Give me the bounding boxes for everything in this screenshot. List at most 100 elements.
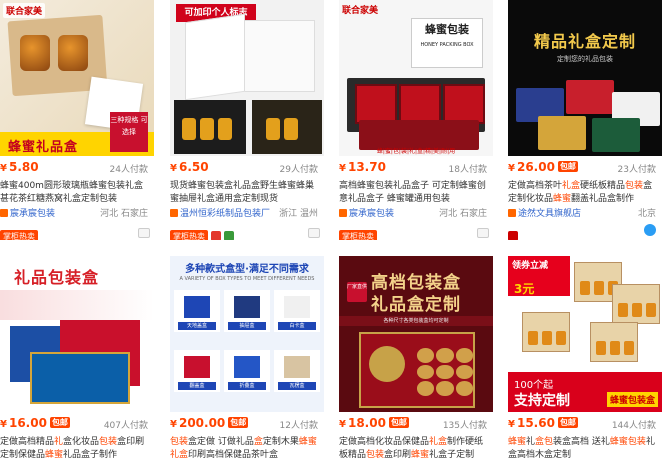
keyword-highlight: 盒包: [535, 437, 554, 447]
sales-count: 29人付款: [279, 165, 318, 175]
currency-symbol: ¥: [508, 163, 515, 174]
box-type-image: [234, 296, 260, 318]
promo-icon: [211, 231, 221, 240]
product-image[interactable]: 联合家美 蜂蜜包装 HONEY PACKING BOX 蜂|蜜|包|装|礼|盒|精|美…: [339, 0, 493, 156]
product-card[interactable]: 高档包装盒 礼品盒定制 厂家直供 各种尺寸各类包装盒均可定制 ¥18.00 包邮 135人付…: [339, 256, 493, 460]
box-type-label: 翻盖盒: [178, 382, 216, 390]
currency-symbol: ¥: [339, 163, 346, 174]
product-image[interactable]: 联合家美 蜂蜜礼品盒 三种规格 可选择: [0, 0, 154, 156]
honey-jar-image: [20, 35, 50, 71]
product-card[interactable]: 多种款式盒型·满足不同需求 A VARIETY OF BOX TYPES TO M…: [170, 256, 324, 460]
price-row: ¥6.50 29人付款: [170, 160, 324, 178]
feature-row: 掌柜热卖: [339, 224, 493, 240]
currency-symbol: ¥: [339, 419, 346, 430]
mooncake-image: [455, 348, 473, 363]
lid-subtitle: HONEY PACKING BOX: [420, 42, 474, 48]
shop-name-link[interactable]: 宸承宸包装: [349, 209, 394, 219]
price-value: 26.00: [516, 160, 555, 174]
box-type-image: [284, 356, 310, 378]
keyword-highlight: 包装: [170, 437, 189, 447]
product-title-link[interactable]: 包装盒定做 订做礼品盒定制木果蜂蜜礼盒印刷高档保健品茶叶盒: [170, 436, 320, 460]
box-type-cell: 折叠盒: [224, 350, 270, 392]
currency-symbol: ¥: [170, 419, 177, 430]
image-subtitle: A VARIETY OF BOX TYPES TO MEET DIFFERENT…: [179, 276, 315, 282]
honey-jar-image: [355, 84, 397, 124]
feature-row: 掌柜热卖: [0, 224, 154, 240]
product-image[interactable]: 高档包装盒 礼品盒定制 厂家直供 各种尺寸各类包装盒均可定制: [339, 256, 493, 412]
product-title-link[interactable]: 蜂蜜礼盒包装盒高档 送礼蜂蜜包装礼盒高档木盒定制: [508, 436, 658, 460]
keyword-highlight: 包装: [366, 450, 385, 460]
promo-min-qty: 100个起: [514, 380, 554, 391]
honey-jar-image: [580, 281, 590, 295]
product-image[interactable]: 领券立减 3元 100个起 支持定制 蜂蜜包装盒: [508, 256, 662, 412]
wangwang-icon[interactable]: [477, 228, 489, 238]
price-row: ¥16.00 包邮 407人付款: [0, 416, 154, 434]
wooden-box-image: [590, 322, 638, 362]
product-card[interactable]: 联合家美 蜂蜜礼品盒 三种规格 可选择 ¥5.80 24人付款蜂蜜400m圆形玻璃瓶蜂蜜…: [0, 0, 154, 240]
currency-symbol: ¥: [170, 163, 177, 174]
free-shipping-badge: 包邮: [557, 161, 578, 172]
wangwang-icon[interactable]: [308, 228, 320, 238]
product-title-link[interactable]: 现货蜂蜜包装盒礼品盒野生蜂蜜蜂巢蜜抽屉礼盒通用盒定制现货: [170, 180, 320, 206]
product-image[interactable]: 精品礼盒定制 定制您的礼品包装: [508, 0, 662, 156]
mooncake-image: [455, 381, 473, 396]
title-text: 盒化妆品: [63, 437, 100, 447]
shop-name-link[interactable]: 宸承宸包装: [10, 209, 55, 219]
keyword-highlight: 盒: [253, 437, 263, 447]
factory-badge: 厂家直供: [347, 282, 367, 302]
honey-jar-image: [596, 341, 606, 355]
keyword-highlight: 蜂蜜: [411, 450, 430, 460]
product-image[interactable]: 可加印个人标志: [170, 0, 324, 156]
wooden-box-image: [522, 312, 570, 352]
product-card[interactable]: 礼品包装盒 ¥16.00 包邮 407人付款定做高档精品礼盒化妆品包装盒印刷定制保健品…: [0, 256, 154, 460]
free-shipping-badge: 包邮: [388, 417, 409, 428]
product-image[interactable]: 多种款式盒型·满足不同需求 A VARIETY OF BOX TYPES TO M…: [170, 256, 324, 412]
product-title-link[interactable]: 定做高档精品礼盒化妆品包装盒印刷定制保健品蜂蜜礼品盒子制作: [0, 436, 150, 460]
wooden-box-image: [612, 284, 660, 324]
title-text: 定做高档精品: [0, 437, 55, 447]
sales-count: 18人付款: [448, 165, 487, 175]
title-text: 礼品盒子制作: [63, 450, 118, 460]
sales-count: 407人付款: [103, 421, 148, 431]
keyword-highlight: 蜂蜜: [298, 437, 317, 447]
title-text: 硬纸板精品: [580, 181, 626, 191]
mooncake-image: [455, 364, 473, 380]
product-title-link[interactable]: 定做高档化妆品保健品礼盒制作硬纸板精品包装盒印刷蜂蜜礼盒子定制: [339, 436, 489, 460]
brand-logo: 联合家美: [3, 3, 46, 18]
product-title-link[interactable]: 蜂蜜400m圆形玻璃瓶蜂蜜包装礼盒甚花茶红糖燕窝礼盒定制包装: [0, 180, 150, 206]
promo-customize: 支持定制: [514, 393, 570, 409]
gift-box-image: [566, 80, 614, 114]
title-text: 盒定做 订做礼品: [188, 437, 254, 447]
mooncake-grid-image: [417, 348, 473, 396]
mooncake-image: [436, 381, 454, 396]
currency-symbol: ¥: [0, 419, 7, 430]
sales-count: 144人付款: [611, 421, 656, 431]
product-title-link[interactable]: 定做高档茶叶礼盒硬纸板精品包装盒定制化妆品蜂蜜翻盖礼品盒制作: [508, 180, 658, 206]
price-row: ¥5.80 24人付款: [0, 160, 154, 178]
title-text: 礼: [526, 437, 536, 447]
keyword-highlight: 蜂蜜: [45, 450, 64, 460]
price-row: ¥15.60 包邮 144人付款: [508, 416, 662, 434]
shop-name-link[interactable]: 温州恒彩纸制品包装厂: [180, 209, 270, 219]
product-price: ¥5.80: [0, 160, 39, 174]
image-title: 多种款式盒型·满足不同需求: [185, 264, 309, 275]
product-card[interactable]: 领券立减 3元 100个起 支持定制 蜂蜜包装盒 ¥15.60 包邮 144人付款 蜂蜜礼盒包装…: [508, 256, 662, 460]
shop-name-link[interactable]: 途然文具旗舰店: [518, 209, 581, 219]
product-price: ¥15.60 包邮: [508, 416, 578, 430]
box-type-image: [184, 356, 210, 378]
product-image[interactable]: 礼品包装盒: [0, 256, 154, 412]
brand-logo: 联合家美: [342, 6, 379, 16]
sales-count: 12人付款: [279, 421, 318, 431]
product-title-link[interactable]: 高档蜂蜜包装礼品盒子 可定制蜂蜜创意礼品盒子 蜂蜜罐通用包装: [339, 180, 489, 206]
box-type-cell: 天地盖盒: [174, 290, 220, 332]
product-card[interactable]: 精品礼盒定制 定制您的礼品包装 ¥26.00 包邮 23人付款 定做高档茶叶礼盒硬纸板精品…: [508, 0, 662, 240]
wangwang-icon[interactable]: [644, 224, 656, 236]
wangwang-icon[interactable]: [138, 228, 150, 238]
product-card[interactable]: 联合家美 蜂蜜包装 HONEY PACKING BOX 蜂|蜜|包|装|礼|盒|精|美…: [339, 0, 493, 240]
title-text: 定做高档茶叶: [508, 181, 563, 191]
title-text: 印刷高档保健品茶叶盒: [188, 450, 279, 460]
honey-jar-image: [399, 84, 441, 124]
product-card[interactable]: 可加印个人标志 ¥6.50 29人付款现货蜂蜜包装盒礼品盒野生蜂蜜蜂巢蜜抽屉礼盒通用…: [170, 0, 324, 240]
shop-location: 河北 石家庄: [100, 209, 148, 219]
keyword-highlight: 蜂蜜包装: [609, 437, 646, 447]
